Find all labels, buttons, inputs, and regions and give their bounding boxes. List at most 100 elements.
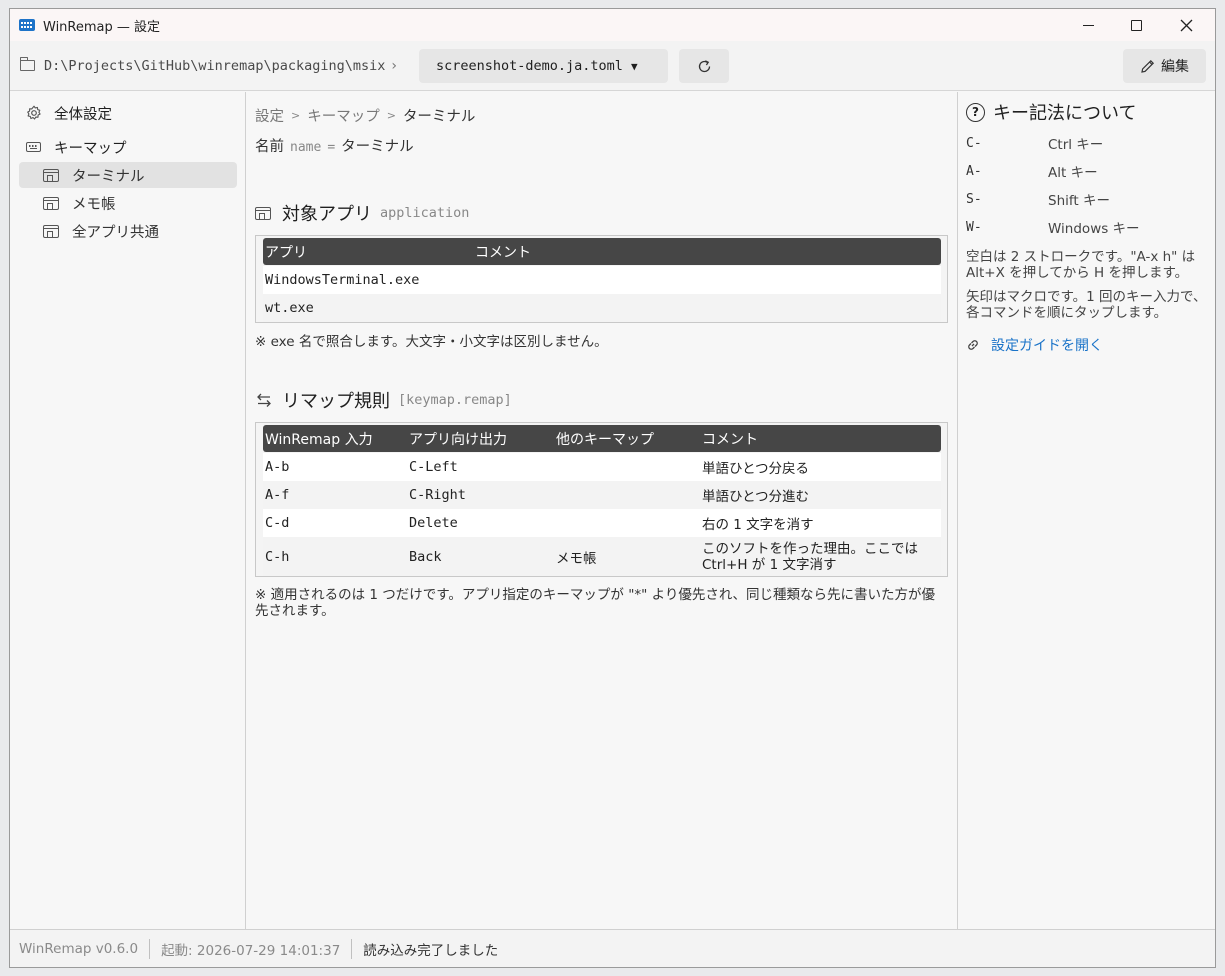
key-prefix: S- (966, 191, 982, 207)
comment-cell: このソフトを作った理由。ここでは Ctrl+H が 1 文字消す (702, 540, 918, 573)
app-version: WinRemap v0.6.0 (19, 940, 139, 957)
sidebar-item-all-apps[interactable]: 全アプリ共通 (19, 218, 237, 244)
table-row[interactable]: wt.exe (263, 294, 941, 322)
sidebar-item-terminal[interactable]: ターミナル (19, 162, 237, 188)
app-icon (19, 19, 35, 31)
app-cell: WindowsTerminal.exe (265, 272, 420, 288)
table-row[interactable]: C-h Back メモ帳 このソフトを作った理由。ここでは Ctrl+H が 1… (263, 537, 941, 576)
table-row[interactable]: A-f C-Right 単語ひとつ分進む (263, 481, 941, 509)
output-cell: Delete (409, 515, 458, 531)
name-row: 名前 name = ターミナル (255, 135, 948, 156)
breadcrumb-item[interactable]: キーマップ (307, 105, 380, 126)
apps-table: アプリ コメント WindowsTerminal.exe wt.exe (255, 235, 948, 323)
name-equals: = (327, 140, 336, 155)
input-cell: A-f (265, 487, 290, 503)
keyboard-icon (26, 142, 41, 152)
table-row[interactable]: WindowsTerminal.exe (263, 266, 941, 294)
comment-cell: 単語ひとつ分戻る (702, 461, 810, 477)
close-icon (1180, 19, 1192, 31)
key-prefix: W- (966, 219, 982, 235)
window-title: WinRemap — 設定 (43, 19, 161, 35)
sidebar-item-notepad[interactable]: メモ帳 (19, 190, 237, 216)
status-divider (351, 938, 353, 959)
folder-icon (20, 57, 35, 71)
keymap-group: キーマップ ターミナル メモ帳 全アプリ共通 (10, 134, 245, 244)
remap-table: WinRemap 入力 アプリ向け出力 他のキーマップ コメント A-b C-L… (255, 422, 948, 577)
app-cell: wt.exe (265, 300, 314, 316)
column-header: WinRemap 入力 (265, 431, 373, 448)
sidebar: 全体設定 キーマップ ターミナル メモ帳 全アプリ共通 (10, 92, 246, 931)
table-row[interactable]: A-b C-Left 単語ひとつ分戻る (263, 453, 941, 481)
settings-window: WinRemap — 設定 D:\Projects\GitHub\winrema… (9, 8, 1216, 968)
open-guide-link[interactable]: 設定ガイドを開く (966, 335, 1207, 355)
column-header: アプリ向け出力 (409, 431, 507, 448)
breadcrumb: 設定 > キーマップ > ターミナル (255, 104, 948, 126)
input-cell: C-d (265, 515, 290, 531)
output-cell: C-Left (409, 459, 458, 475)
apps-key: application (380, 205, 470, 221)
comment-cell: 単語ひとつ分進む (702, 489, 810, 505)
question-icon: ? (966, 102, 985, 122)
breadcrumb-current: ターミナル (402, 108, 476, 125)
sidebar-item-label: キーマップ (54, 140, 127, 157)
apps-note: ※ exe 名で照合します。大文字・小文字は区別しません。 (255, 334, 608, 350)
name-value: ターミナル (341, 139, 414, 155)
key-legend-row: S- Shift キー (966, 185, 1207, 213)
refresh-button[interactable] (679, 49, 729, 83)
column-header: コメント (702, 431, 758, 448)
remap-table-header: WinRemap 入力 アプリ向け出力 他のキーマップ コメント (263, 425, 941, 452)
close-button[interactable] (1163, 9, 1209, 41)
comment-cell: 右の 1 文字を消す (702, 517, 814, 533)
key-legend-row: A- Alt キー (966, 157, 1207, 185)
pencil-icon (1141, 59, 1155, 73)
minimize-button[interactable] (1065, 9, 1111, 41)
remap-section-title: リマップ規則 [keymap.remap] (255, 387, 948, 413)
edit-button[interactable]: 編集 (1123, 49, 1206, 83)
remap-note: ※ 適用されるのは 1 つだけです。アプリ指定のキーマップが "*" より優先さ… (255, 587, 936, 619)
help-stroke-note: 空白は 2 ストロークです。"A-x h" は Alt+X を押してから H を… (966, 249, 1196, 281)
remap-title: リマップ規則 (282, 391, 390, 412)
other-keymap-cell: メモ帳 (556, 550, 597, 567)
apps-title: 対象アプリ (282, 204, 372, 225)
window-icon (43, 196, 59, 210)
config-path[interactable]: D:\Projects\GitHub\winremap\packaging\ms… (44, 58, 385, 74)
maximize-button[interactable] (1113, 9, 1159, 41)
name-key: name (290, 140, 322, 155)
sidebar-item-global-settings[interactable]: 全体設定 (10, 100, 245, 126)
input-cell: C-h (265, 548, 290, 565)
help-panel: ? キー記法について C- Ctrl キー A- Alt キー S- Shift… (958, 92, 1215, 931)
apps-section-title: 対象アプリ application (255, 200, 948, 226)
link-icon (966, 338, 982, 352)
column-header: コメント (475, 244, 531, 261)
help-title: ? キー記法について (966, 100, 1207, 124)
key-description: Shift キー (1048, 193, 1110, 209)
column-header: 他のキーマップ (556, 431, 654, 448)
key-legend: C- Ctrl キー A- Alt キー S- Shift キー W- Wind… (966, 129, 1207, 241)
minimize-icon (1082, 24, 1094, 26)
remap-key: [keymap.remap] (398, 392, 512, 408)
help-title-text: キー記法について (993, 103, 1137, 124)
toolbar: D:\Projects\GitHub\winremap\packaging\ms… (10, 41, 1215, 91)
window-icon (43, 224, 59, 238)
status-bar: WinRemap v0.6.0 起動: 2026-07-29 14:01:37 … (10, 929, 1215, 967)
apps-table-header: アプリ コメント (263, 238, 941, 265)
help-macro-note: 矢印はマクロです。1 回のキー入力で、各コマンドを順にタップします。 (966, 289, 1207, 321)
window-icon (255, 206, 271, 220)
sidebar-item-label: 全アプリ共通 (72, 224, 159, 241)
key-description: Windows キー (1048, 221, 1140, 237)
breadcrumb-item[interactable]: 設定 (255, 105, 284, 126)
sidebar-item-label: 全体設定 (54, 106, 112, 123)
sidebar-item-keymap[interactable]: キーマップ (10, 134, 245, 160)
maximize-icon (1130, 19, 1142, 31)
refresh-icon (698, 59, 710, 72)
open-guide-label: 設定ガイドを開く (991, 338, 1103, 354)
key-description: Ctrl キー (1048, 137, 1104, 153)
config-file-dropdown[interactable]: screenshot-demo.ja.toml ▼ (419, 49, 668, 83)
status-divider (149, 938, 151, 959)
config-file-name: screenshot-demo.ja.toml (436, 58, 623, 74)
table-row[interactable]: C-d Delete 右の 1 文字を消す (263, 509, 941, 537)
started-time: 起動: 2026-07-29 14:01:37 (161, 942, 341, 959)
body-area: 全体設定 キーマップ ターミナル メモ帳 全アプリ共通 設定 > キーマップ >… (10, 92, 1215, 931)
key-legend-row: W- Windows キー (966, 213, 1207, 241)
window-icon (43, 168, 59, 182)
